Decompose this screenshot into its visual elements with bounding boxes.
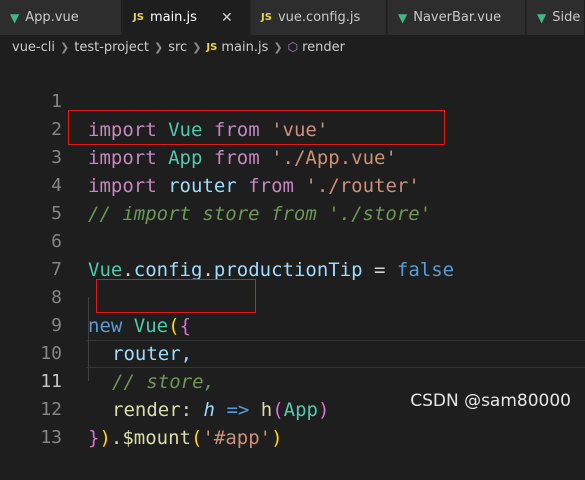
code-line: 11 render: h => h(App) — [0, 340, 585, 421]
breadcrumb-item[interactable]: vue-cli — [12, 40, 55, 55]
breadcrumb-item[interactable]: main.js — [221, 40, 268, 55]
tab-naverbar-vue[interactable]: ▼ NaverBar.vue — [388, 0, 526, 35]
chevron-right-icon: ❯ — [154, 40, 164, 54]
code-editor[interactable]: 1 import Vue from 'vue' 2 import App fro… — [0, 59, 585, 449]
tab-vue-config-js[interactable]: JS vue.config.js — [251, 0, 387, 35]
code-line: 1 import Vue from 'vue' — [0, 60, 585, 141]
close-icon[interactable]: ✕ — [221, 10, 233, 26]
vue-icon: ▼ — [10, 10, 20, 25]
tab-side[interactable]: ▼ Side — [527, 0, 585, 35]
code-line: 5 — [0, 172, 585, 224]
vue-icon: ▼ — [398, 10, 408, 25]
highlight-box-import-router — [68, 110, 445, 145]
code-line: 10 // store, — [0, 312, 585, 393]
chevron-right-icon: ❯ — [60, 40, 70, 54]
watermark: CSDN @sam80000 — [410, 391, 571, 411]
tab-label: NaverBar.vue — [413, 10, 502, 25]
method-cube-icon: ⬡ — [287, 40, 299, 54]
breadcrumb-item[interactable]: test-project — [74, 40, 149, 55]
tab-app-vue[interactable]: ▼ App.vue — [0, 0, 122, 35]
editor-tab-bar: ▼ App.vue JS main.js ✕ JS vue.config.js … — [0, 0, 585, 36]
tab-label: main.js — [149, 10, 197, 25]
code-line: 6 Vue.config.productionTip = false — [0, 200, 585, 281]
chevron-right-icon: ❯ — [273, 40, 283, 54]
code-line: 4 // import store from './store' — [0, 144, 585, 225]
method: $mount — [122, 427, 191, 449]
js-icon: JS — [133, 12, 144, 23]
breadcrumb-item[interactable]: src — [168, 40, 187, 55]
chevron-right-icon: ❯ — [192, 40, 202, 54]
tab-main-js[interactable]: JS main.js ✕ — [123, 0, 250, 35]
js-icon: JS — [206, 41, 218, 53]
highlight-box-router-option — [96, 279, 256, 313]
code-line: 9 router, — [0, 284, 585, 365]
code-line: 8 new Vue({ — [0, 256, 585, 337]
line-number: 13 — [40, 427, 62, 448]
vue-icon: ▼ — [537, 10, 547, 25]
tab-label: App.vue — [25, 10, 79, 25]
breadcrumb: vue-cli ❯ test-project ❯ src ❯ JS main.j… — [0, 35, 585, 59]
tab-label: Side — [552, 10, 581, 25]
code-line: 7 — [0, 228, 585, 280]
string: '#app' — [202, 427, 272, 449]
breadcrumb-item[interactable]: render — [302, 40, 345, 55]
tab-label: vue.config.js — [277, 10, 361, 25]
js-icon: JS — [261, 12, 272, 23]
